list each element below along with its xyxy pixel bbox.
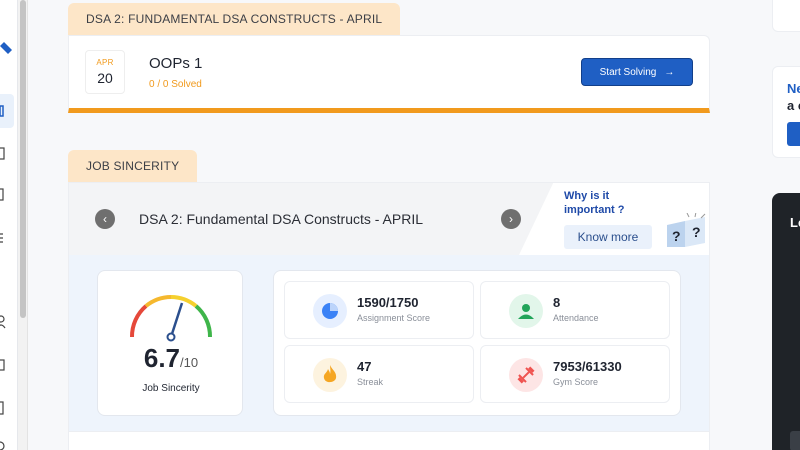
sincerity-score-value: 6.7 [143, 343, 181, 373]
stat-gym-score: 7953/61330 Gym Score [480, 345, 670, 403]
start-solving-button[interactable]: Start Solving → [581, 58, 693, 86]
job-sincerity-card: ‹ DSA 2: Fundamental DSA Constructs - AP… [68, 182, 710, 450]
right-card-promo: Ne a c [772, 66, 800, 158]
sincerity-score-max: /10 [180, 355, 199, 370]
main-content: DSA 2: FUNDAMENTAL DSA CONSTRUCTS - APRI… [28, 0, 752, 450]
group-icon[interactable] [0, 314, 10, 330]
why-line-1: Why is it [564, 190, 610, 202]
contest-date: APR 20 [85, 50, 125, 94]
job-sincerity-batch-title: DSA 2: Fundamental DSA Constructs - APRI… [139, 211, 424, 227]
why-important-text: Why is it important ? [564, 189, 625, 217]
job-sincerity-body: 6.7/10 Job Sincerity 1590/1750 Assignmen… [69, 255, 709, 431]
dark-card-element[interactable] [790, 431, 800, 450]
stat-value: 1590/1750 [357, 295, 419, 310]
stat-value: 8 [553, 295, 561, 310]
promo-text-2: a c [787, 98, 800, 113]
contest-card: APR 20 OOPs 1 0 / 0 Solved Start Solving… [68, 35, 710, 113]
stat-label: Assignment Score [357, 313, 431, 323]
stat-attendance: 8 Attendance [480, 281, 670, 339]
promo-button[interactable] [787, 122, 800, 146]
know-more-button[interactable]: Know more [564, 225, 652, 249]
question-box-icon: ? ? [667, 213, 706, 247]
job-sincerity-tab-label: JOB SINCERITY [68, 150, 198, 182]
sidebar [0, 0, 18, 450]
stats-card: 1590/1750 Assignment Score 8 Attendance … [273, 270, 681, 416]
contest-title: OOPs 1 [149, 55, 203, 72]
right-panel: Ne a c Le [752, 0, 800, 450]
stat-streak: 47 Streak [284, 345, 474, 403]
right-card-dark: Le [772, 193, 800, 450]
contest-date-day: 20 [97, 70, 113, 86]
stat-assignment-score: 1590/1750 Assignment Score [284, 281, 474, 339]
dark-card-title: Le [790, 215, 800, 230]
flame-icon [313, 358, 347, 392]
file-icon[interactable] [0, 400, 10, 416]
chevron-right-icon[interactable]: › [501, 209, 521, 229]
contest-tab-label: DSA 2: FUNDAMENTAL DSA CONSTRUCTS - APRI… [68, 3, 401, 35]
arrow-right-icon: → [664, 66, 675, 78]
job-sincerity-footer [69, 431, 709, 450]
sincerity-label: Job Sincerity [142, 383, 200, 394]
svg-text:?: ? [672, 228, 681, 244]
stat-label: Gym Score [553, 377, 599, 387]
pie-chart-icon [313, 294, 347, 328]
sincerity-score: 6.7/10 [98, 343, 244, 374]
start-solving-label: Start Solving [599, 66, 657, 78]
why-line-2: important ? [564, 204, 625, 216]
chevron-left-icon[interactable]: ‹ [95, 209, 115, 229]
gauge-needle [166, 302, 184, 342]
job-sincerity-header: ‹ DSA 2: Fundamental DSA Constructs - AP… [69, 183, 709, 255]
contest-solved-count: 0 / 0 Solved [149, 79, 202, 90]
settings-icon[interactable] [0, 438, 10, 450]
contest-date-month: APR [96, 58, 114, 67]
svg-text:?: ? [692, 224, 701, 240]
calendar-icon[interactable] [0, 357, 10, 373]
list-icon[interactable] [0, 231, 10, 245]
sincerity-gauge-card: 6.7/10 Job Sincerity [97, 270, 243, 416]
stat-label: Attendance [553, 313, 599, 323]
stat-value: 7953/61330 [553, 359, 622, 374]
home-icon[interactable] [0, 104, 10, 118]
dumbbell-icon [509, 358, 543, 392]
user-icon [509, 294, 543, 328]
right-card-top [772, 0, 800, 32]
pencil-icon[interactable] [0, 36, 14, 56]
book-icon[interactable] [0, 188, 10, 202]
document-icon[interactable] [0, 147, 10, 161]
promo-text-1: Ne [787, 81, 800, 96]
sidebar-scrollbar-thumb[interactable] [20, 0, 26, 318]
stat-value: 47 [357, 359, 372, 374]
stat-label: Streak [357, 377, 384, 387]
